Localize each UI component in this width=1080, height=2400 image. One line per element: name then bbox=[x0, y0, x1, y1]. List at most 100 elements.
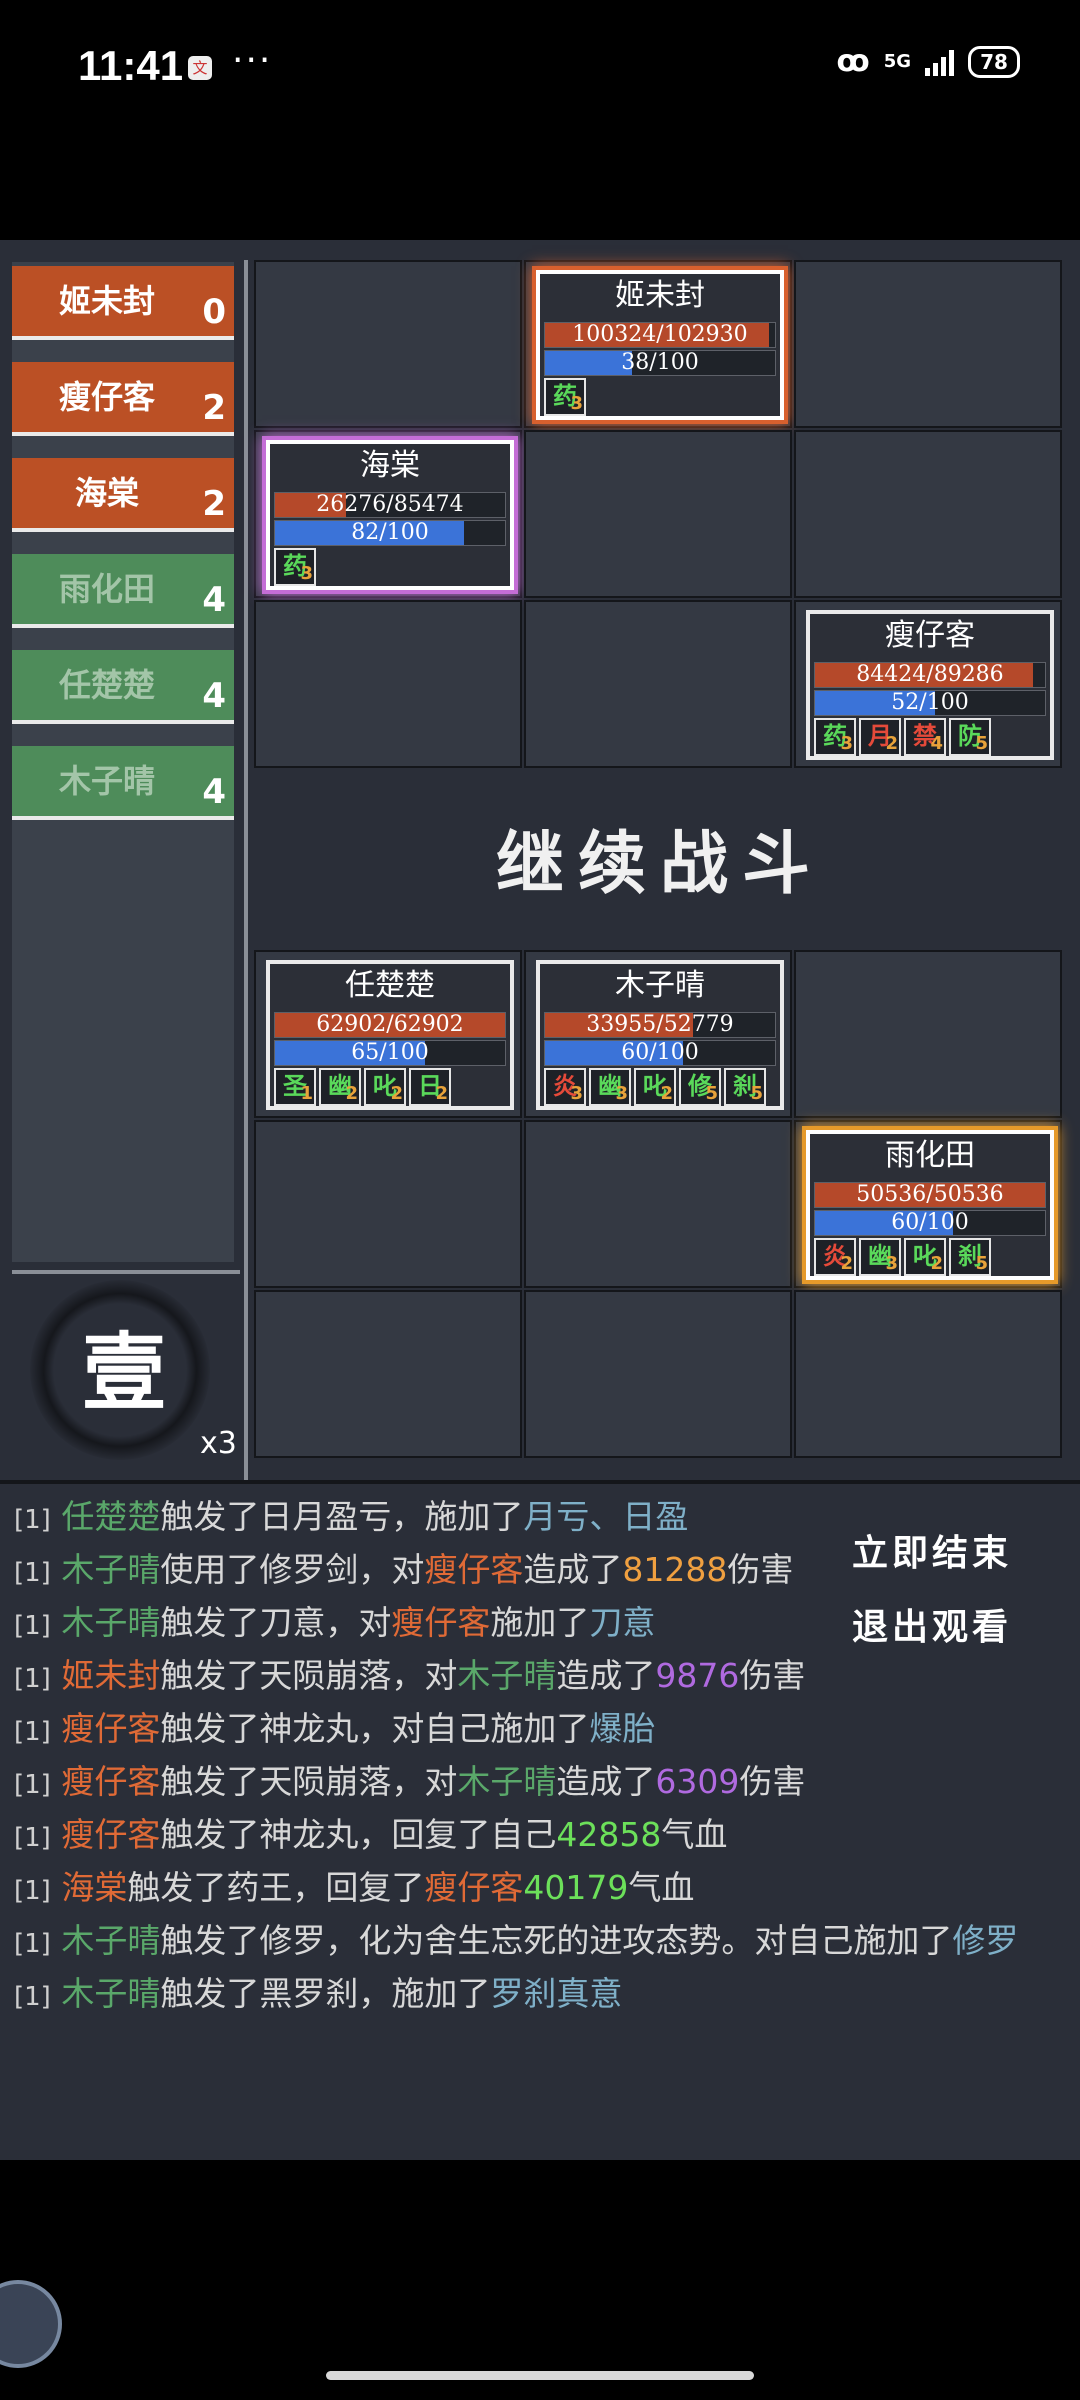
continue-battle-button[interactable]: 继续战斗 bbox=[254, 808, 1066, 907]
buff-icon[interactable]: 圣1 bbox=[274, 1068, 316, 1106]
unit-name: 雨化田 bbox=[885, 1138, 975, 1173]
buff-list: 药3 bbox=[274, 548, 316, 586]
buff-icon[interactable]: 幽2 bbox=[319, 1068, 361, 1106]
team-item-shou[interactable]: 瘦仔客 2 bbox=[12, 362, 234, 436]
home-indicator[interactable] bbox=[326, 2371, 754, 2380]
buff-icon[interactable]: 药3 bbox=[274, 548, 316, 586]
energy-bar: 60/100 bbox=[544, 1040, 776, 1066]
buff-icon[interactable]: 幽3 bbox=[859, 1238, 901, 1276]
energy-bar: 38/100 bbox=[544, 350, 776, 376]
buff-icon[interactable]: 药3 bbox=[544, 378, 586, 416]
buff-icon[interactable]: 药3 bbox=[814, 718, 856, 756]
team-list: 姬未封 0 瘦仔客 2 海棠 2 雨化田 4 任楚楚 4 木子晴 4 bbox=[12, 262, 234, 1262]
divider bbox=[0, 1480, 1080, 1484]
clock: 11:41 bbox=[78, 42, 184, 89]
team-count: 0 bbox=[202, 292, 226, 332]
grid-cell[interactable]: 任楚楚 62902/62902 65/100 圣1幽2叱2日2 bbox=[254, 950, 522, 1118]
buff-icon[interactable]: 修5 bbox=[679, 1068, 721, 1106]
grid-cell[interactable]: 姬未封 100324/102930 38/100 药3 bbox=[524, 260, 792, 428]
unit-name: 姬未封 bbox=[615, 278, 705, 313]
unit-card-ren[interactable]: 任楚楚 62902/62902 65/100 圣1幽2叱2日2 bbox=[266, 960, 514, 1110]
log-entry: [1] 姬未封触发了天陨崩落，对木子晴造成了9876伤害 bbox=[14, 1656, 806, 1695]
log-entry: [1] 木子晴触发了修罗，化为舍生忘死的进攻态势。对自己施加了修罗 bbox=[14, 1921, 1019, 1960]
buff-icon[interactable]: 月2 bbox=[859, 718, 901, 756]
grid-cell[interactable] bbox=[524, 1290, 792, 1458]
buff-icon[interactable]: 叱2 bbox=[634, 1068, 676, 1106]
team-name: 海棠 bbox=[74, 474, 139, 512]
speed-toggle[interactable]: x3 bbox=[200, 1426, 237, 1461]
grid-cell[interactable] bbox=[524, 1120, 792, 1288]
hp-bar: 26276/85474 bbox=[274, 492, 506, 518]
grid-cell[interactable] bbox=[254, 1290, 522, 1458]
signal-icon bbox=[925, 48, 954, 76]
team-name: 瘦仔客 bbox=[58, 378, 155, 416]
team-name: 任楚楚 bbox=[58, 666, 155, 704]
exit-watch-button[interactable]: 退出观看 bbox=[852, 1598, 1012, 1650]
energy-bar: 65/100 bbox=[274, 1040, 506, 1066]
grid-cell[interactable]: 雨化田 50536/50536 60/100 炎2幽3叱2刹5 bbox=[794, 1120, 1062, 1288]
energy-bar: 52/100 bbox=[814, 690, 1046, 716]
unit-name: 海棠 bbox=[360, 448, 420, 483]
team-count: 4 bbox=[202, 580, 226, 620]
team-name: 雨化田 bbox=[58, 570, 155, 608]
grid-cell[interactable] bbox=[524, 600, 792, 768]
unit-card-shou[interactable]: 瘦仔客 84424/89286 52/100 药3月2禁4防5 bbox=[806, 610, 1054, 760]
buff-list: 药3月2禁4防5 bbox=[814, 718, 991, 756]
energy-bar: 82/100 bbox=[274, 520, 506, 546]
network-type: 5G bbox=[883, 50, 911, 72]
buff-icon[interactable]: 幽3 bbox=[589, 1068, 631, 1106]
divider bbox=[12, 1270, 240, 1274]
log-entry: [1] 海棠触发了药王，回复了瘦仔客40179气血 bbox=[14, 1868, 695, 1907]
grid-cell[interactable] bbox=[794, 950, 1062, 1118]
grid-cell[interactable] bbox=[254, 1120, 522, 1288]
grid-cell[interactable]: 木子晴 33955/52779 60/100 炎3幽3叱2修5刹5 bbox=[524, 950, 792, 1118]
grid-cell[interactable] bbox=[794, 430, 1062, 598]
buff-list: 炎3幽3叱2修5刹5 bbox=[544, 1068, 766, 1106]
grid-cell[interactable]: 海棠 26276/85474 82/100 药3 bbox=[254, 430, 522, 598]
grid-cell[interactable] bbox=[254, 260, 522, 428]
buff-icon[interactable]: 禁4 bbox=[904, 718, 946, 756]
more-notifications-icon: ··· bbox=[232, 40, 273, 81]
team-item-ren[interactable]: 任楚楚 4 bbox=[12, 650, 234, 724]
buff-icon[interactable]: 叱2 bbox=[364, 1068, 406, 1106]
log-entry: [1] 瘦仔客触发了天陨崩落，对木子晴造成了6309伤害 bbox=[14, 1762, 806, 1801]
buff-icon[interactable]: 炎2 bbox=[814, 1238, 856, 1276]
buff-icon[interactable]: 刹5 bbox=[949, 1238, 991, 1276]
unit-card-haitang[interactable]: 海棠 26276/85474 82/100 药3 bbox=[266, 440, 514, 590]
team-item-ji[interactable]: 姬未封 0 bbox=[12, 266, 234, 340]
navigation-area bbox=[0, 2160, 1080, 2400]
buff-icon[interactable]: 刹5 bbox=[724, 1068, 766, 1106]
team-item-mu[interactable]: 木子晴 4 bbox=[12, 746, 234, 820]
buff-icon[interactable]: 防5 bbox=[949, 718, 991, 756]
grid-cell[interactable]: 瘦仔客 84424/89286 52/100 药3月2禁4防5 bbox=[794, 600, 1062, 768]
team-count: 2 bbox=[202, 484, 226, 524]
hp-bar: 100324/102930 bbox=[544, 322, 776, 348]
log-entry: [1] 瘦仔客触发了神龙丸，对自己施加了爆胎 bbox=[14, 1709, 656, 1748]
unit-card-mu[interactable]: 木子晴 33955/52779 60/100 炎3幽3叱2修5刹5 bbox=[536, 960, 784, 1110]
hp-bar: 33955/52779 bbox=[544, 1012, 776, 1038]
energy-bar: 60/100 bbox=[814, 1210, 1046, 1236]
grid-cell[interactable] bbox=[524, 430, 792, 598]
unit-card-ji[interactable]: 姬未封 100324/102930 38/100 药3 bbox=[536, 270, 784, 420]
team-count: 4 bbox=[202, 676, 226, 716]
buff-icon[interactable]: 叱2 bbox=[904, 1238, 946, 1276]
hp-bar: 84424/89286 bbox=[814, 662, 1046, 688]
team-item-haitang[interactable]: 海棠 2 bbox=[12, 458, 234, 532]
divider bbox=[244, 260, 248, 1480]
app-notification-icon: 文 bbox=[188, 56, 212, 80]
hp-bar: 50536/50536 bbox=[814, 1182, 1046, 1208]
hp-bar: 62902/62902 bbox=[274, 1012, 506, 1038]
unit-card-yu[interactable]: 雨化田 50536/50536 60/100 炎2幽3叱2刹5 bbox=[806, 1130, 1054, 1280]
nfc-icon: ꝏ bbox=[836, 44, 870, 79]
end-now-button[interactable]: 立即结束 bbox=[852, 1524, 1012, 1576]
grid-cell[interactable] bbox=[254, 600, 522, 768]
unit-name: 任楚楚 bbox=[345, 968, 435, 1003]
team-item-yu[interactable]: 雨化田 4 bbox=[12, 554, 234, 628]
grid-cell[interactable] bbox=[794, 1290, 1062, 1458]
buff-icon[interactable]: 日2 bbox=[409, 1068, 451, 1106]
team-count: 2 bbox=[202, 388, 226, 428]
grid-cell[interactable] bbox=[794, 260, 1062, 428]
battle-screen: 姬未封 0 瘦仔客 2 海棠 2 雨化田 4 任楚楚 4 木子晴 4 壹 x3 bbox=[0, 240, 1080, 2160]
log-entry: [1] 瘦仔客触发了神龙丸，回复了自己42858气血 bbox=[14, 1815, 728, 1854]
buff-icon[interactable]: 炎3 bbox=[544, 1068, 586, 1106]
